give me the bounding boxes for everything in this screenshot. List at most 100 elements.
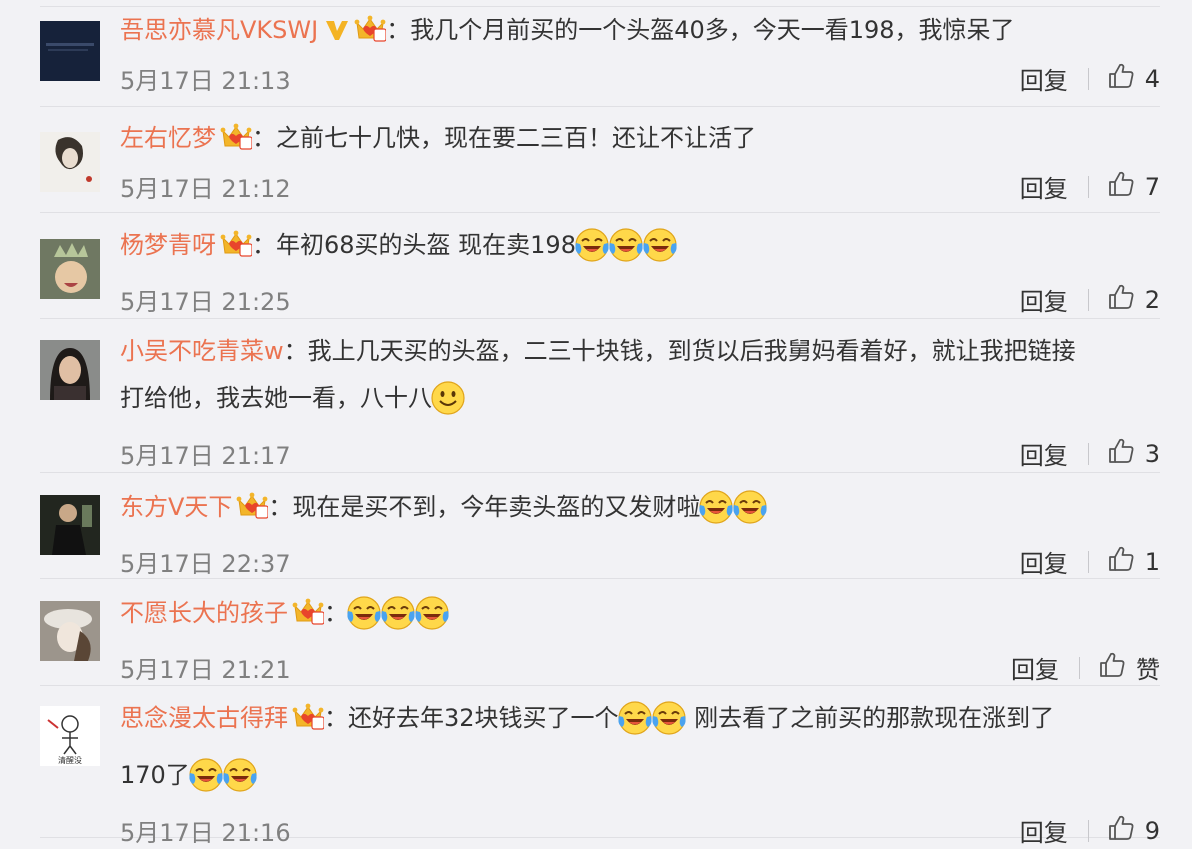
- comment-list: 吾思亦慕凡VKSWJ ：我几个月前买的一个头盔40多，今天一看198，我惊呆了 5…: [0, 0, 1192, 847]
- username-link[interactable]: 东方V天下: [120, 493, 232, 521]
- comment-content: 我上几天买的头盔，二三十块钱，到货以后我舅妈看着好，就让我把链接: [307, 337, 1076, 365]
- separator: ：: [252, 231, 276, 259]
- separator: ：: [324, 704, 348, 732]
- laugh-cry-icon: [698, 489, 734, 540]
- like-count: 2: [1144, 285, 1160, 314]
- comment-content: 现在是买不到，今年卖头盔的又发财啦: [292, 493, 701, 521]
- comment-content-mid: 刚去看了之前买的那款现在涨到了: [686, 704, 1055, 732]
- comment-item: 不愿长大的孩子 ： 5月17日 21:21 回复 赞: [40, 579, 1160, 686]
- reply-button[interactable]: 回复: [1020, 436, 1068, 471]
- verified-v-icon: [324, 11, 350, 57]
- like-button-label[interactable]: 赞: [1136, 650, 1160, 685]
- comment-item: 东方V天下 ：现在是买不到，今年卖头盔的又发财啦 5月17日 22:37 回复 1: [40, 473, 1160, 579]
- laugh-cry-icon: [617, 700, 653, 751]
- like-count: 3: [1144, 439, 1160, 468]
- avatar[interactable]: [40, 495, 100, 555]
- avatar[interactable]: 清醒没: [40, 706, 100, 766]
- thumbs-up-icon[interactable]: [1107, 283, 1135, 317]
- reply-button[interactable]: 回复: [1020, 61, 1068, 96]
- comment-content-cont: 打给他，我去她一看，八十八: [120, 384, 432, 412]
- reply-button[interactable]: 回复: [1011, 650, 1059, 685]
- timestamp: 5月17日 21:21: [120, 656, 291, 684]
- crown-badge-icon: [220, 119, 252, 165]
- cartoon-avatar: 清醒没: [40, 706, 100, 766]
- avatar[interactable]: [40, 239, 100, 299]
- comment-content: 我几个月前买的一个头盔40多，今天一看198，我惊呆了: [410, 16, 1015, 44]
- username-link[interactable]: 杨梦青呀: [120, 231, 216, 259]
- man-suit-avatar: [40, 495, 100, 555]
- divider: [1087, 550, 1089, 573]
- comment-text: 吾思亦慕凡VKSWJ ：我几个月前买的一个头盔40多，今天一看198，我惊呆了: [120, 7, 1160, 57]
- username-link[interactable]: 不愿长大的孩子: [120, 599, 288, 627]
- timestamp: 5月17日 21:16: [120, 819, 291, 847]
- woman-photo-avatar: [40, 340, 100, 400]
- crown-badge-icon: [292, 594, 324, 640]
- comment-content-cont: 170了: [120, 761, 190, 789]
- thumbs-up-icon[interactable]: [1107, 545, 1135, 579]
- username-link[interactable]: 小吴不吃青菜w: [120, 337, 284, 365]
- baby-crown-avatar: [40, 239, 100, 299]
- laugh-cry-icon: [380, 595, 416, 646]
- reply-button[interactable]: 回复: [1020, 169, 1068, 204]
- avatar[interactable]: [40, 21, 100, 81]
- laugh-cry-icon: [651, 700, 687, 751]
- timestamp: 5月17日 22:37: [120, 550, 291, 578]
- laugh-cry-icon: [414, 595, 450, 646]
- thumbs-up-icon[interactable]: [1107, 814, 1135, 848]
- girl-hat-avatar: [40, 601, 100, 661]
- like-count: 9: [1144, 816, 1160, 845]
- laugh-cry-icon: [732, 489, 768, 540]
- crown-badge-icon: [220, 226, 252, 272]
- avatar[interactable]: [40, 340, 100, 400]
- username-link[interactable]: 吾思亦慕凡VKSWJ: [120, 16, 318, 44]
- comment-content: 年初68买的头盔 现在卖198: [276, 231, 576, 259]
- smile-icon: [430, 380, 466, 432]
- reply-button[interactable]: 回复: [1020, 813, 1068, 848]
- divider: [1087, 67, 1089, 90]
- timestamp: 5月17日 21:12: [120, 175, 291, 203]
- avatar-caption: 清醒没: [58, 755, 82, 765]
- timestamp: 5月17日 21:25: [120, 288, 291, 316]
- crown-badge-icon: [236, 488, 268, 534]
- comment-content: 之前七十几快，现在要二三百！还让不让活了: [276, 124, 756, 152]
- sketch-woman-avatar: [40, 132, 100, 192]
- laugh-cry-icon: [574, 227, 610, 278]
- laugh-cry-icon: [188, 757, 224, 809]
- like-count: 1: [1144, 547, 1160, 576]
- avatar[interactable]: [40, 132, 100, 192]
- thumbs-up-icon[interactable]: [1098, 651, 1126, 685]
- laugh-cry-icon: [222, 757, 258, 809]
- comment-meta: 5月17日 21:13 回复 4: [120, 57, 1160, 97]
- username-link[interactable]: 思念漫太古得拜: [120, 704, 288, 732]
- separator: ：: [268, 493, 293, 521]
- thumbs-up-icon[interactable]: [1107, 62, 1135, 96]
- thumbs-up-icon[interactable]: [1107, 437, 1135, 471]
- divider: [1087, 175, 1089, 198]
- crown-badge-icon: [354, 11, 386, 57]
- comment-item: 杨梦青呀 ：年初68买的头盔 现在卖198 5月17日 21:25 回复 2: [40, 213, 1160, 319]
- thumbs-up-icon[interactable]: [1107, 170, 1135, 204]
- reply-button[interactable]: 回复: [1020, 282, 1068, 317]
- reply-button[interactable]: 回复: [1020, 544, 1068, 579]
- separator: ：: [252, 124, 276, 152]
- laugh-cry-icon: [642, 227, 678, 278]
- laugh-cry-icon: [608, 227, 644, 278]
- like-count: 4: [1144, 64, 1160, 93]
- divider: [1087, 819, 1089, 842]
- comment-item: 清醒没 思念漫太古得拜 ：还好去年32块钱买了一个 刚去看了之前买的那款现在涨到了…: [40, 686, 1160, 847]
- comment-item: 左右忆梦 ：之前七十几快，现在要二三百！还让不让活了 5月17日 21:12 回复…: [40, 107, 1160, 213]
- comment-item: 吾思亦慕凡VKSWJ ：我几个月前买的一个头盔40多，今天一看198，我惊呆了 5…: [40, 0, 1160, 107]
- timestamp: 5月17日 21:17: [120, 442, 291, 470]
- username-link[interactable]: 左右忆梦: [120, 124, 216, 152]
- comment-content: 还好去年32块钱买了一个: [348, 704, 619, 732]
- laugh-cry-icon: [346, 595, 382, 646]
- divider: [1079, 656, 1080, 679]
- divider: [1087, 288, 1089, 311]
- crown-badge-icon: [292, 699, 324, 745]
- separator: ：: [386, 16, 411, 44]
- comment-item: 小吴不吃青菜w：我上几天买的头盔，二三十块钱，到货以后我舅妈看着好，就让我把链接…: [40, 319, 1160, 473]
- separator: ：: [283, 337, 308, 365]
- avatar[interactable]: [40, 601, 100, 661]
- like-count: 7: [1144, 172, 1160, 201]
- divider: [1087, 442, 1089, 465]
